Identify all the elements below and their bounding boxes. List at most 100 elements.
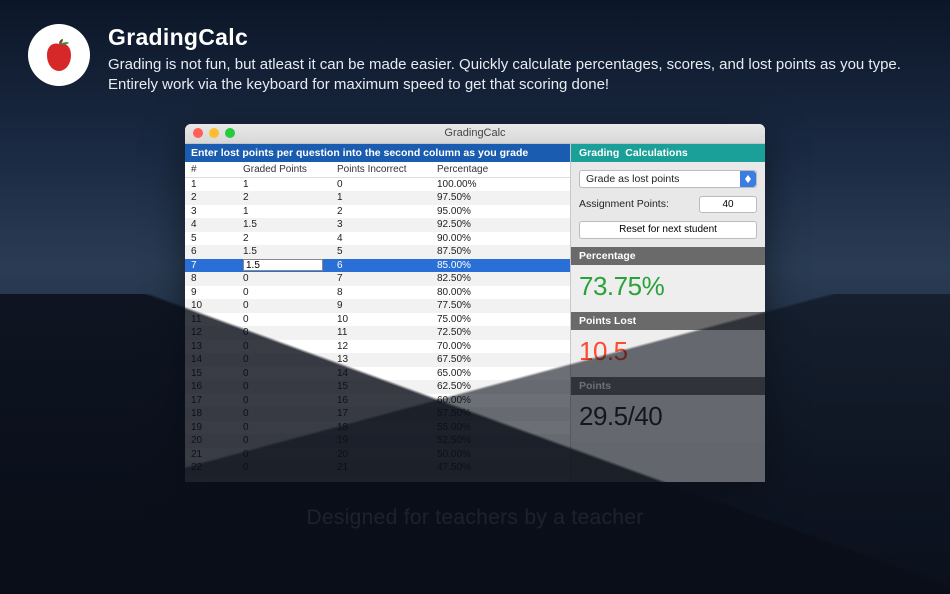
cell-number: 4: [185, 218, 243, 232]
cell-number: 7: [185, 259, 243, 273]
cell-graded-points[interactable]: 1: [243, 205, 337, 219]
table-row[interactable]: 61.5587.50%: [185, 245, 570, 259]
table-row[interactable]: 1301270.00%: [185, 340, 570, 354]
table-row[interactable]: 2001952.50%: [185, 434, 570, 448]
cell-graded-points[interactable]: 0: [243, 353, 337, 367]
table-row[interactable]: 41.5392.50%: [185, 218, 570, 232]
cell-graded-points[interactable]: 0: [243, 394, 337, 408]
cell-points-incorrect: 1: [337, 191, 437, 205]
table-row[interactable]: 2102050.00%: [185, 448, 570, 462]
calculations-header-1: Grading: [579, 147, 619, 159]
cell-percentage: 57.50%: [437, 407, 570, 421]
cell-number: 12: [185, 326, 243, 340]
cell-graded-points[interactable]: 2: [243, 232, 337, 246]
cell-graded-points[interactable]: 1.5: [243, 245, 337, 259]
app-title: GradingCalc: [108, 24, 922, 51]
cell-graded-points[interactable]: 1.5: [243, 218, 337, 232]
cell-percentage: 82.50%: [437, 272, 570, 286]
cell-number: 15: [185, 367, 243, 381]
table-row[interactable]: 1401367.50%: [185, 353, 570, 367]
col-number[interactable]: #: [185, 164, 243, 175]
grading-mode-select[interactable]: Grade as lost points: [579, 170, 757, 188]
cell-number: 10: [185, 299, 243, 313]
table-row[interactable]: 100977.50%: [185, 299, 570, 313]
calculations-header: Grading Calculations: [571, 144, 765, 162]
cell-graded-points[interactable]: 0: [243, 340, 337, 354]
table-row[interactable]: 90880.00%: [185, 286, 570, 300]
app-window: GradingCalc Enter lost points per questi…: [185, 124, 765, 482]
cell-number: 6: [185, 245, 243, 259]
table-row[interactable]: 52490.00%: [185, 232, 570, 246]
calculations-header-2: Calculations: [625, 147, 687, 159]
points-lost-value: 10.5: [571, 330, 765, 377]
cell-graded-points[interactable]: 0: [243, 299, 337, 313]
table-row[interactable]: 1101075.00%: [185, 313, 570, 327]
table-row[interactable]: 1801757.50%: [185, 407, 570, 421]
cell-percentage: 92.50%: [437, 218, 570, 232]
cell-points-incorrect: 9: [337, 299, 437, 313]
cell-percentage: 100.00%: [437, 178, 570, 192]
cell-graded-points[interactable]: 0: [243, 326, 337, 340]
table-row[interactable]: 22197.50%: [185, 191, 570, 205]
cell-number: 19: [185, 421, 243, 435]
table-row[interactable]: 1901855.00%: [185, 421, 570, 435]
cell-points-incorrect: 20: [337, 448, 437, 462]
table-row[interactable]: 1501465.00%: [185, 367, 570, 381]
cell-number: 1: [185, 178, 243, 192]
cell-number: 2: [185, 191, 243, 205]
table-row[interactable]: 1601562.50%: [185, 380, 570, 394]
cell-graded-points[interactable]: 0: [243, 407, 337, 421]
cell-graded-points[interactable]: 0: [243, 461, 337, 475]
col-graded-points[interactable]: Graded Points: [243, 164, 337, 175]
points-label: Points: [571, 377, 765, 395]
cell-points-incorrect: 2: [337, 205, 437, 219]
cell-graded-points[interactable]: 0: [243, 421, 337, 435]
cell-graded-points[interactable]: [243, 259, 337, 273]
cell-number: 5: [185, 232, 243, 246]
cell-graded-points[interactable]: 0: [243, 448, 337, 462]
table-row[interactable]: 31295.00%: [185, 205, 570, 219]
cell-points-incorrect: 7: [337, 272, 437, 286]
reset-button[interactable]: Reset for next student: [579, 221, 757, 239]
col-points-incorrect[interactable]: Points Incorrect: [337, 164, 437, 175]
cell-percentage: 75.00%: [437, 313, 570, 327]
cell-graded-points[interactable]: 0: [243, 272, 337, 286]
window-titlebar[interactable]: GradingCalc: [185, 124, 765, 144]
cell-percentage: 85.00%: [437, 259, 570, 273]
cell-points-incorrect: 0: [337, 178, 437, 192]
table-row[interactable]: 1701660.00%: [185, 394, 570, 408]
graded-points-input[interactable]: [243, 259, 323, 271]
cell-points-incorrect: 21: [337, 461, 437, 475]
cell-graded-points[interactable]: 2: [243, 191, 337, 205]
cell-number: 18: [185, 407, 243, 421]
table-row[interactable]: 80782.50%: [185, 272, 570, 286]
apple-icon: [39, 35, 79, 75]
cell-graded-points[interactable]: 0: [243, 286, 337, 300]
cell-percentage: 70.00%: [437, 340, 570, 354]
cell-percentage: 65.00%: [437, 367, 570, 381]
cell-number: 20: [185, 434, 243, 448]
cell-graded-points[interactable]: 0: [243, 434, 337, 448]
table-row[interactable]: 1201172.50%: [185, 326, 570, 340]
cell-percentage: 50.00%: [437, 448, 570, 462]
table-row[interactable]: 7 685.00%: [185, 259, 570, 273]
cell-percentage: 97.50%: [437, 191, 570, 205]
cell-graded-points[interactable]: 1: [243, 178, 337, 192]
table-row[interactable]: 2202147.50%: [185, 461, 570, 475]
cell-graded-points[interactable]: 0: [243, 313, 337, 327]
cell-points-incorrect: 17: [337, 407, 437, 421]
cell-graded-points[interactable]: 0: [243, 380, 337, 394]
cell-points-incorrect: 11: [337, 326, 437, 340]
cell-graded-points[interactable]: 0: [243, 367, 337, 381]
assignment-points-input[interactable]: [699, 196, 757, 213]
points-value: 29.5/40: [571, 395, 765, 442]
cell-percentage: 52.50%: [437, 434, 570, 448]
cell-points-incorrect: 12: [337, 340, 437, 354]
cell-points-incorrect: 13: [337, 353, 437, 367]
cell-points-incorrect: 19: [337, 434, 437, 448]
col-percentage[interactable]: Percentage: [437, 164, 570, 175]
cell-points-incorrect: 16: [337, 394, 437, 408]
table-row[interactable]: 110100.00%: [185, 178, 570, 192]
cell-percentage: 72.50%: [437, 326, 570, 340]
cell-points-incorrect: 6: [337, 259, 437, 273]
